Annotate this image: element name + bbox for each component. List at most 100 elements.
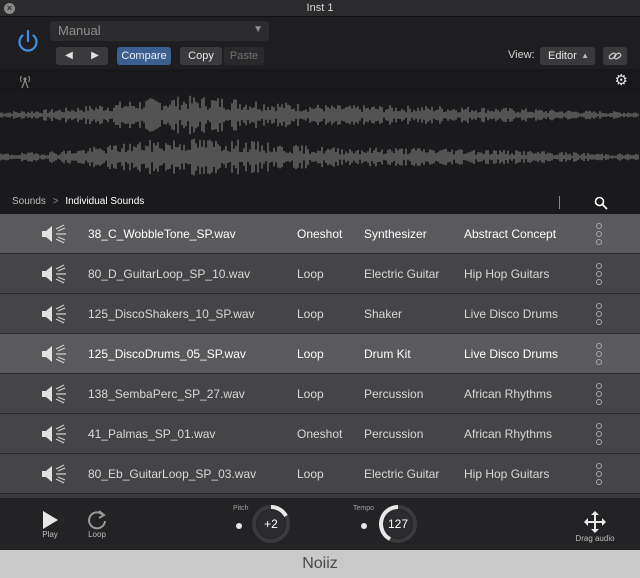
speaker-icon[interactable] (40, 344, 68, 364)
sound-genre: African Rhythms (464, 427, 553, 441)
more-icon[interactable] (596, 343, 604, 365)
waveform-display[interactable] (0, 92, 640, 190)
link-icon (608, 52, 622, 60)
sound-genre: Live Disco Drums (464, 347, 559, 361)
copy-button[interactable]: Copy (180, 47, 222, 65)
preset-selector[interactable]: Manual ▼ (50, 21, 269, 41)
list-item[interactable]: 138_SembaPerc_SP_27.wav Loop Percussion … (0, 374, 640, 414)
sound-instrument: Shaker (364, 307, 403, 321)
speaker-icon[interactable] (40, 424, 68, 444)
waveform-channel (0, 138, 639, 176)
updown-icon: ▲ (581, 51, 589, 60)
list-item[interactable]: 80_Eb_GuitarLoop_SP_03.wav Loop Electric… (0, 454, 640, 494)
waveform (0, 95, 639, 176)
sound-type: Loop (297, 307, 324, 321)
sound-genre: Live Disco Drums (464, 307, 559, 321)
search-icon[interactable] (594, 196, 608, 210)
antenna-icon[interactable] (17, 73, 33, 89)
preset-name: Manual (58, 23, 101, 38)
waveform-channel (0, 95, 639, 135)
more-icon[interactable] (596, 383, 604, 405)
sound-type: Oneshot (297, 227, 343, 241)
play-label: Play (42, 530, 58, 539)
sound-instrument: Electric Guitar (364, 467, 440, 481)
more-icon[interactable] (596, 263, 604, 285)
breadcrumb-current: Individual Sounds (65, 196, 145, 207)
play-icon (43, 511, 58, 529)
sound-type: Loop (297, 467, 324, 481)
list-item[interactable]: 38_C_WobbleTone_SP.wav Oneshot Synthesiz… (0, 214, 640, 254)
sound-name: 38_C_WobbleTone_SP.wav (88, 227, 236, 241)
sound-type: Loop (297, 267, 324, 281)
waveform-toolbar: ⚙ (0, 69, 640, 92)
breadcrumb-root[interactable]: Sounds (12, 196, 46, 207)
chevron-down-icon: ▼ (253, 24, 263, 35)
next-icon[interactable]: ▶ (82, 47, 108, 65)
sound-genre: African Rhythms (464, 387, 553, 401)
tempo-value: 127 (387, 517, 409, 531)
sound-name: 80_Eb_GuitarLoop_SP_03.wav (88, 467, 257, 481)
tempo-label: Tempo (353, 505, 375, 512)
sound-genre: Hip Hop Guitars (464, 467, 550, 481)
sound-instrument: Synthesizer (364, 227, 427, 241)
plugin-header: Manual ▼ ◀ ▶ Compare Copy Paste View: Ed… (0, 17, 640, 69)
speaker-icon[interactable] (40, 224, 68, 244)
sound-genre: Hip Hop Guitars (464, 267, 550, 281)
list-item[interactable]: 80_D_GuitarLoop_SP_10.wav Loop Electric … (0, 254, 640, 294)
pitch-label: Pitch (233, 505, 249, 512)
brand-name: Noiiz (302, 555, 338, 572)
loop-label: Loop (88, 530, 106, 539)
power-icon[interactable] (14, 27, 42, 55)
sound-genre: Abstract Concept (464, 227, 557, 241)
tempo-reset-dot[interactable] (361, 523, 367, 529)
speaker-icon[interactable] (40, 264, 68, 284)
sound-list: 38_C_WobbleTone_SP.wav Oneshot Synthesiz… (0, 214, 640, 498)
list-item[interactable]: 41_Palmas_SP_01.wav Oneshot Percussion A… (0, 414, 640, 454)
more-icon[interactable] (596, 223, 604, 245)
sound-type: Loop (297, 387, 324, 401)
paste-button[interactable]: Paste (224, 47, 264, 65)
divider (559, 196, 560, 209)
list-item[interactable]: 125_DiscoDrums_05_SP.wav Loop Drum Kit L… (0, 334, 640, 374)
speaker-icon[interactable] (40, 304, 68, 324)
sound-name: 125_DiscoShakers_10_SP.wav (88, 307, 255, 321)
sound-type: Oneshot (297, 427, 343, 441)
sound-type: Loop (297, 347, 324, 361)
sound-instrument: Percussion (364, 387, 424, 401)
sound-name: 41_Palmas_SP_01.wav (88, 427, 216, 441)
speaker-icon[interactable] (40, 464, 68, 484)
pitch-value: +2 (264, 517, 278, 531)
breadcrumb-separator: > (52, 196, 59, 207)
view-select[interactable]: Editor ▲ (540, 47, 595, 65)
view-label: View: (508, 49, 535, 61)
drag-audio-label: Drag audio (575, 534, 615, 543)
play-button[interactable]: Play (38, 510, 62, 539)
drag-audio-button[interactable]: Drag audio (572, 510, 618, 543)
more-icon[interactable] (596, 423, 604, 445)
view-value: Editor (548, 50, 577, 62)
list-item[interactable]: 125_DiscoShakers_10_SP.wav Loop Shaker L… (0, 294, 640, 334)
gear-icon[interactable]: ⚙ (615, 71, 628, 89)
move-icon (584, 511, 606, 533)
sound-instrument: Drum Kit (364, 347, 411, 361)
compare-button[interactable]: Compare (117, 47, 171, 65)
more-icon[interactable] (596, 303, 604, 325)
sound-instrument: Percussion (364, 427, 424, 441)
title-bar: × Inst 1 (0, 0, 640, 17)
loop-icon (88, 510, 106, 530)
pitch-reset-dot[interactable] (236, 523, 242, 529)
breadcrumb: Sounds > Individual Sounds (0, 190, 640, 214)
more-icon[interactable] (596, 463, 604, 485)
preset-nav: ◀ ▶ (56, 47, 108, 65)
window-title: Inst 1 (306, 2, 334, 14)
transport-bar: Play Loop Pitch +2 Tempo 127 Drag audio (0, 498, 640, 550)
sound-name: 138_SembaPerc_SP_27.wav (88, 387, 245, 401)
prev-icon[interactable]: ◀ (56, 47, 82, 65)
sound-name: 125_DiscoDrums_05_SP.wav (88, 347, 246, 361)
loop-button[interactable]: Loop (84, 510, 110, 539)
sound-instrument: Electric Guitar (364, 267, 440, 281)
brand-footer: Noiiz (0, 550, 640, 578)
link-button[interactable] (603, 47, 627, 65)
sound-name: 80_D_GuitarLoop_SP_10.wav (88, 267, 251, 281)
speaker-icon[interactable] (40, 384, 68, 404)
